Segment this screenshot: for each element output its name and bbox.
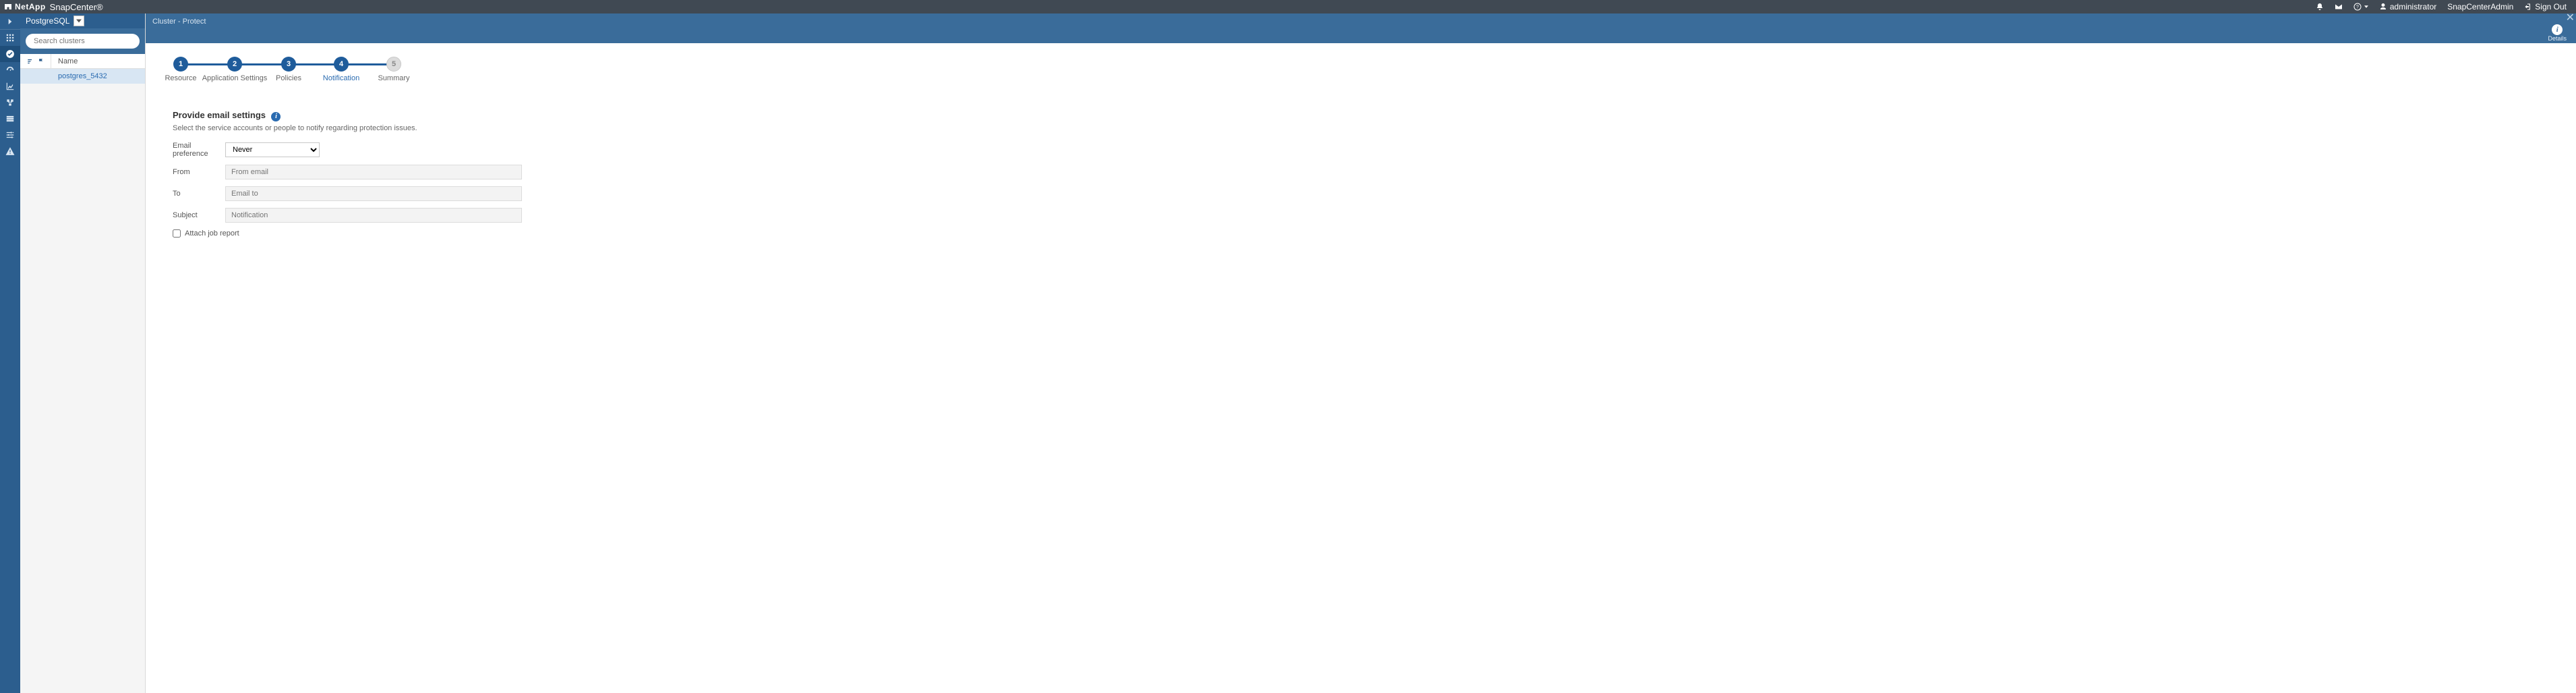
step-number: 2 [227, 57, 242, 72]
chevron-down-icon [76, 18, 82, 24]
rail-storage[interactable] [0, 111, 20, 127]
details-label: Details [2548, 35, 2567, 42]
form-subtitle: Select the service accounts or people to… [173, 124, 2549, 132]
label-email-pref: Email preference [173, 142, 225, 158]
help-button[interactable]: ? [2348, 0, 2374, 13]
email-pref-select[interactable]: Never [225, 142, 320, 157]
chart-line-icon [5, 82, 15, 91]
step-number: 4 [334, 57, 349, 72]
sort-icon [27, 58, 34, 65]
rail-expand[interactable] [0, 13, 20, 30]
user-menu[interactable]: administrator [2374, 0, 2442, 13]
main-area: Cluster - Protect ✕ i Details 1 Resource… [146, 13, 2576, 693]
details-button[interactable]: i Details [2548, 24, 2567, 42]
step-label: Policies [276, 74, 301, 82]
plugin-label: PostgreSQL [26, 16, 69, 26]
role-label[interactable]: SnapCenterAdmin [2442, 0, 2519, 13]
mail-icon [2335, 3, 2343, 11]
user-name: administrator [2390, 2, 2436, 11]
signout-text: Sign Out [2535, 2, 2567, 11]
help-icon: ? [2353, 3, 2362, 11]
list-item[interactable]: postgres_5432 [20, 69, 145, 84]
step-number: 3 [281, 57, 296, 72]
wizard-step-summary[interactable]: 5 Summary [367, 57, 421, 82]
rail-settings[interactable] [0, 127, 20, 143]
flag-icon [38, 58, 45, 65]
user-icon [2379, 3, 2387, 11]
from-input[interactable] [225, 165, 522, 179]
column-name[interactable]: Name [51, 57, 78, 65]
step-label: Application Settings [202, 74, 268, 82]
svg-text:?: ? [2356, 5, 2359, 10]
close-button[interactable]: ✕ [2566, 13, 2575, 23]
brand: NetApp SnapCenter® [4, 2, 103, 12]
signout-button[interactable]: Sign Out [2519, 0, 2572, 13]
attach-report-checkbox[interactable]: Attach job report [173, 229, 2549, 238]
notifications-button[interactable] [2310, 0, 2329, 13]
wizard-step-policies[interactable]: 3 Policies [262, 57, 316, 82]
search-input[interactable] [26, 34, 140, 49]
rail-hosts[interactable] [0, 94, 20, 111]
label-to: To [173, 190, 225, 198]
subject-input[interactable] [225, 208, 522, 223]
resource-panel: PostgreSQL Name postgres_5432 [20, 13, 146, 693]
breadcrumb: Cluster - Protect [152, 18, 206, 26]
attach-report-label: Attach job report [185, 229, 239, 238]
messages-button[interactable] [2329, 0, 2348, 13]
caret-down-icon [2364, 3, 2368, 11]
gauge-icon [5, 65, 15, 75]
list-header: Name [20, 54, 145, 69]
plugin-selector: PostgreSQL [20, 13, 145, 28]
step-label: Summary [378, 74, 409, 82]
search-bar [20, 28, 145, 54]
storage-icon [5, 114, 15, 123]
step-label: Notification [323, 74, 359, 82]
check-circle-icon [5, 49, 15, 59]
bell-icon [2316, 3, 2324, 11]
step-number: 5 [386, 57, 401, 72]
netapp-logo-icon [4, 3, 12, 11]
step-label: Resource [165, 74, 196, 82]
label-subject: Subject [173, 211, 225, 219]
brand-product: SnapCenter® [50, 2, 103, 12]
nav-rail [0, 13, 20, 693]
label-from: From [173, 168, 225, 176]
grid-icon [5, 33, 15, 43]
rail-monitor[interactable] [0, 62, 20, 78]
list-header-icons[interactable] [20, 54, 51, 68]
topbar: NetApp SnapCenter® ? administrator SnapC… [0, 0, 2576, 13]
rail-alerts[interactable] [0, 143, 20, 159]
rail-reports[interactable] [0, 78, 20, 94]
wizard-step-resource[interactable]: 1 Resource [154, 57, 208, 82]
info-icon: i [2552, 24, 2563, 35]
wizard-step-appsettings[interactable]: 2 Application Settings [208, 57, 262, 82]
brand-company: NetApp [15, 2, 46, 11]
info-icon[interactable]: i [271, 112, 281, 121]
signout-icon [2524, 3, 2532, 11]
to-input[interactable] [225, 186, 522, 201]
role-text: SnapCenterAdmin [2447, 2, 2513, 11]
wizard-step-notification[interactable]: 4 Notification [314, 57, 368, 82]
list-item-name: postgres_5432 [51, 72, 107, 80]
sliders-icon [5, 130, 15, 140]
attach-report-input[interactable] [173, 229, 181, 238]
breadcrumb-bar: Cluster - Protect ✕ i Details [146, 13, 2576, 43]
rail-resources[interactable] [0, 46, 20, 62]
rail-dashboard[interactable] [0, 30, 20, 46]
wizard-steps: 1 Resource 2 Application Settings 3 Poli… [173, 57, 415, 85]
email-settings-form: Provide email settings i Select the serv… [173, 109, 2549, 238]
plugin-dropdown[interactable] [74, 16, 84, 26]
hosts-icon [5, 98, 15, 107]
step-number: 1 [173, 57, 188, 72]
alert-icon [5, 146, 15, 156]
form-title: Provide email settings [173, 110, 266, 120]
